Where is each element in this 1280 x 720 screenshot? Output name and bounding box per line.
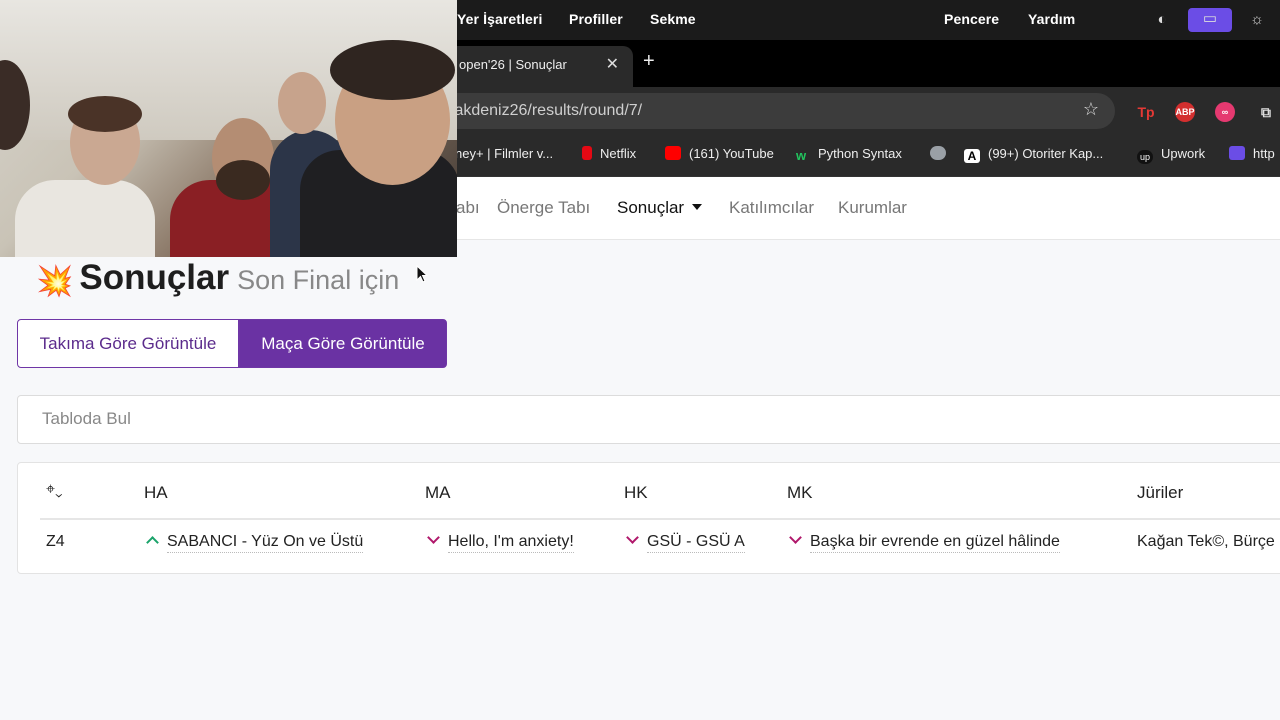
new-tab-button[interactable]: + — [643, 50, 655, 73]
browser-tab[interactable]: open'26 | Sonuçlar ✕ — [445, 46, 633, 87]
brightness-icon[interactable]: ☼ — [1246, 9, 1268, 31]
chevron-down-icon — [626, 531, 639, 544]
extension-infinity-icon[interactable]: ∞ — [1215, 102, 1235, 122]
bookmark-favicon-icon — [1229, 146, 1245, 160]
results-table: ⌖⌄ HA MA HK MK Jüriler Z4 SABANCI - Yüz … — [17, 462, 1280, 574]
view-by-debate-button[interactable]: Maça Göre Görüntüle — [239, 319, 447, 368]
cell-ma: Hello, I'm anxiety! — [427, 531, 574, 553]
team-mk-link[interactable]: Başka bir evrende en güzel hâlinde — [810, 533, 1060, 553]
page-content: 💥 Sonuçlar Son Final için Takıma Göre Görü… — [0, 240, 1280, 720]
youtube-icon — [665, 146, 681, 160]
nav-item-results[interactable]: Sonuçlar — [617, 198, 703, 218]
team-ha-link[interactable]: SABANCI - Yüz On ve Üstü — [167, 533, 364, 553]
w-logo-icon: w — [796, 148, 807, 163]
cell-hk: GSÜ - GSÜ A — [626, 531, 745, 553]
team-hk-link[interactable]: GSÜ - GSÜ A — [647, 533, 745, 553]
screen-share-icon[interactable]: ▭ — [1188, 8, 1232, 32]
nav-item-tab[interactable]: abı — [456, 198, 480, 218]
person-hair-1 — [68, 96, 142, 132]
address-bar[interactable]: /akdeniz26/results/round/7/ ☆ — [380, 93, 1115, 129]
webcam-overlay — [0, 0, 457, 257]
upwork-icon: up — [1137, 150, 1153, 164]
chevron-up-icon — [146, 536, 159, 549]
collision-icon: 💥 — [36, 265, 74, 298]
header-judges[interactable]: Jüriler — [1137, 483, 1183, 503]
mouse-cursor-icon — [416, 265, 428, 283]
cell-venue: Z4 — [46, 533, 65, 550]
person-beard-2 — [216, 160, 270, 200]
menu-window[interactable]: Pencere — [944, 11, 999, 27]
bookmark-youtube[interactable]: (161) YouTube — [665, 146, 774, 161]
a-logo-icon: A — [964, 149, 980, 163]
close-tab-icon[interactable]: ✕ — [606, 54, 619, 74]
chevron-down-icon — [789, 531, 802, 544]
dropdown-caret-icon — [692, 204, 703, 210]
cell-mk: Başka bir evrende en güzel hâlinde — [789, 531, 1060, 553]
bookmark-globe[interactable] — [930, 146, 954, 161]
bookmark-upwork[interactable]: up Upwork — [1137, 146, 1205, 164]
menu-help[interactable]: Yardım — [1028, 11, 1075, 27]
person-face-3 — [278, 72, 326, 134]
page-subtitle: Son Final için — [237, 265, 400, 295]
menu-bookmarks[interactable]: Yer İşaretleri — [457, 11, 542, 27]
extension-tp-icon[interactable]: Tp — [1136, 102, 1156, 122]
nav-item-motion-tab[interactable]: Önerge Tabı — [497, 198, 590, 218]
globe-icon — [930, 146, 946, 160]
tab-title: open'26 | Sonuçlar — [459, 57, 567, 72]
extensions-puzzle-icon[interactable]: ⧉ — [1256, 102, 1276, 122]
bookmark-otoriter[interactable]: A (99+) Otoriter Kap... — [964, 146, 1103, 163]
page-title: Sonuçlar — [79, 258, 230, 297]
header-ma[interactable]: MA — [425, 483, 451, 503]
team-ma-link[interactable]: Hello, I'm anxiety! — [448, 533, 574, 553]
bookmark-python-syntax[interactable]: w Python Syntax — [796, 146, 902, 163]
header-hk[interactable]: HK — [624, 483, 648, 503]
menu-profiles[interactable]: Profiller — [569, 11, 623, 27]
header-ha[interactable]: HA — [144, 483, 168, 503]
cell-ha: SABANCI - Yüz On ve Üstü — [146, 533, 364, 553]
table-search — [17, 395, 1280, 444]
status-icon[interactable]: ◐ — [1151, 9, 1173, 31]
bookmark-star-icon[interactable]: ☆ — [1083, 99, 1099, 120]
bookmark-netflix[interactable]: Netflix — [582, 146, 636, 161]
header-divider — [40, 518, 1280, 520]
venue-sort-icon[interactable]: ⌖⌄ — [46, 481, 63, 499]
adblock-icon[interactable]: ABP — [1175, 102, 1195, 122]
netflix-icon — [582, 146, 592, 160]
nav-item-participants[interactable]: Katılımcılar — [729, 198, 814, 218]
bookmark-disney[interactable]: ney+ | Filmler v... — [455, 146, 553, 161]
menu-tab[interactable]: Sekme — [650, 11, 696, 27]
view-by-team-button[interactable]: Takıma Göre Görüntüle — [17, 319, 239, 368]
header-mk[interactable]: MK — [787, 483, 813, 503]
bookmark-http[interactable]: http — [1229, 146, 1275, 161]
page-heading: 💥 Sonuçlar Son Final için — [36, 258, 399, 299]
url-text: /akdeniz26/results/round/7/ — [450, 102, 643, 119]
chevron-down-icon — [427, 531, 440, 544]
search-input[interactable] — [40, 408, 644, 430]
person-shirt-1 — [15, 180, 155, 257]
cell-judges: Kağan Tek©, Bürçe — [1137, 533, 1275, 550]
nav-item-institutions[interactable]: Kurumlar — [838, 198, 907, 218]
person-hair-4 — [330, 40, 455, 100]
